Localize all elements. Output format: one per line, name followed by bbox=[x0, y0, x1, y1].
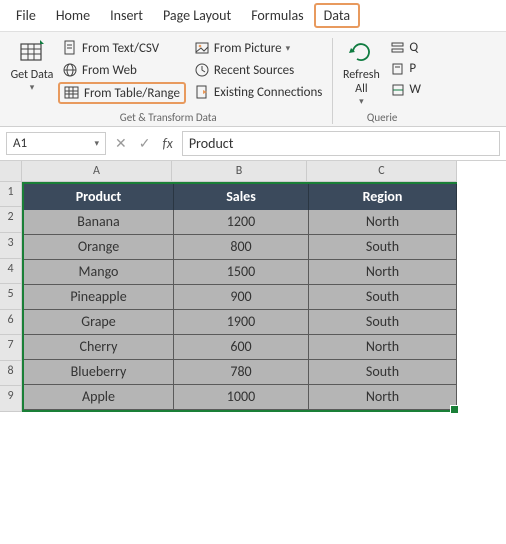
chevron-down-icon: ▾ bbox=[286, 43, 291, 54]
cell[interactable]: Orange bbox=[24, 235, 174, 260]
group-label-get-transform: Get & Transform Data bbox=[120, 111, 217, 124]
table-header-product[interactable]: Product bbox=[24, 184, 174, 210]
ribbon: Get Data ▾ From Text/CSV From Web From T… bbox=[0, 32, 506, 127]
cell[interactable]: 600 bbox=[174, 335, 309, 360]
chevron-down-icon: ▾ bbox=[94, 138, 99, 149]
properties-icon bbox=[391, 62, 405, 76]
menu-home[interactable]: Home bbox=[46, 3, 100, 28]
menu-data[interactable]: Data bbox=[314, 3, 360, 28]
select-all-corner[interactable] bbox=[0, 161, 22, 182]
queries-p-label: P bbox=[409, 61, 416, 76]
from-picture-label: From Picture bbox=[214, 41, 282, 56]
row-header-9[interactable]: 9 bbox=[0, 386, 22, 412]
selection-range: Product Sales Region Banana 1200 North O… bbox=[22, 182, 457, 412]
menu-page-layout[interactable]: Page Layout bbox=[153, 3, 241, 28]
from-picture-button[interactable]: From Picture ▾ bbox=[190, 38, 326, 58]
col-header-a[interactable]: A bbox=[22, 161, 172, 182]
from-table-range-label: From Table/Range bbox=[84, 86, 180, 101]
table-icon bbox=[64, 85, 80, 101]
name-box[interactable]: A1 ▾ bbox=[6, 132, 106, 155]
recent-sources-button[interactable]: Recent Sources bbox=[190, 60, 326, 80]
name-box-value: A1 bbox=[13, 136, 27, 151]
refresh-all-label: Refresh All bbox=[339, 69, 383, 97]
from-text-csv-label: From Text/CSV bbox=[82, 41, 159, 56]
row-header-2[interactable]: 2 bbox=[0, 207, 22, 233]
cell[interactable]: North bbox=[309, 335, 457, 360]
spreadsheet-grid: A B C 1 2 3 4 5 6 7 8 9 Product Sales Re… bbox=[0, 161, 506, 412]
row-header-7[interactable]: 7 bbox=[0, 335, 22, 361]
cell[interactable]: Cherry bbox=[24, 335, 174, 360]
recent-sources-label: Recent Sources bbox=[214, 63, 294, 78]
list-icon bbox=[391, 41, 405, 55]
col-header-b[interactable]: B bbox=[172, 161, 307, 182]
chevron-down-icon: ▾ bbox=[359, 97, 364, 107]
cell[interactable]: 900 bbox=[174, 285, 309, 310]
menu-formulas[interactable]: Formulas bbox=[241, 3, 313, 28]
cell[interactable]: North bbox=[309, 210, 457, 235]
queries-q-button[interactable]: Q bbox=[387, 38, 425, 57]
data-table: Product Sales Region Banana 1200 North O… bbox=[24, 184, 455, 410]
cell[interactable]: 780 bbox=[174, 360, 309, 385]
cell[interactable]: North bbox=[309, 385, 457, 410]
document-icon bbox=[62, 40, 78, 56]
menu-file[interactable]: File bbox=[6, 3, 46, 28]
cell[interactable]: North bbox=[309, 260, 457, 285]
confirm-icon[interactable]: ✓ bbox=[136, 135, 154, 152]
cell[interactable]: Blueberry bbox=[24, 360, 174, 385]
get-data-button[interactable]: Get Data ▾ bbox=[10, 38, 54, 93]
cancel-icon[interactable]: ✕ bbox=[112, 135, 130, 152]
clock-icon bbox=[194, 62, 210, 78]
chevron-down-icon: ▾ bbox=[30, 83, 35, 93]
menu-bar: File Home Insert Page Layout Formulas Da… bbox=[0, 0, 506, 32]
ribbon-group-queries: Refresh All ▾ Q P W Querie bbox=[333, 38, 431, 124]
cell[interactable]: Banana bbox=[24, 210, 174, 235]
menu-insert[interactable]: Insert bbox=[100, 3, 153, 28]
row-header-5[interactable]: 5 bbox=[0, 284, 22, 310]
cell[interactable]: South bbox=[309, 310, 457, 335]
queries-w-button[interactable]: W bbox=[387, 80, 425, 99]
cell[interactable]: South bbox=[309, 285, 457, 310]
cell[interactable]: South bbox=[309, 360, 457, 385]
globe-icon bbox=[62, 62, 78, 78]
fx-icon[interactable]: fx bbox=[159, 135, 175, 152]
cell[interactable]: 1900 bbox=[174, 310, 309, 335]
formula-input[interactable]: Product bbox=[182, 131, 500, 156]
queries-q-label: Q bbox=[409, 40, 418, 55]
cell[interactable]: 800 bbox=[174, 235, 309, 260]
picture-icon bbox=[194, 40, 210, 56]
row-header-6[interactable]: 6 bbox=[0, 310, 22, 336]
col-header-c[interactable]: C bbox=[307, 161, 457, 182]
row-header-3[interactable]: 3 bbox=[0, 233, 22, 259]
table-header-sales[interactable]: Sales bbox=[174, 184, 309, 210]
row-header-4[interactable]: 4 bbox=[0, 259, 22, 285]
queries-p-button[interactable]: P bbox=[387, 59, 425, 78]
table-header-region[interactable]: Region bbox=[309, 184, 457, 210]
from-web-button[interactable]: From Web bbox=[58, 60, 186, 80]
from-text-csv-button[interactable]: From Text/CSV bbox=[58, 38, 186, 58]
queries-w-label: W bbox=[409, 82, 421, 97]
existing-connections-button[interactable]: Existing Connections bbox=[190, 82, 326, 102]
group-label-queries: Querie bbox=[367, 111, 398, 124]
cell[interactable]: Pineapple bbox=[24, 285, 174, 310]
connection-icon bbox=[194, 84, 210, 100]
get-data-icon bbox=[18, 38, 46, 66]
ribbon-group-get-transform: Get Data ▾ From Text/CSV From Web From T… bbox=[4, 38, 333, 124]
existing-connections-label: Existing Connections bbox=[214, 85, 322, 100]
from-web-label: From Web bbox=[82, 63, 137, 78]
cell[interactable]: Grape bbox=[24, 310, 174, 335]
row-header-8[interactable]: 8 bbox=[0, 361, 22, 387]
refresh-all-button[interactable]: Refresh All ▾ bbox=[339, 38, 383, 107]
cell[interactable]: 1000 bbox=[174, 385, 309, 410]
cell[interactable]: Mango bbox=[24, 260, 174, 285]
cell[interactable]: 1200 bbox=[174, 210, 309, 235]
from-table-range-button[interactable]: From Table/Range bbox=[58, 82, 186, 104]
refresh-icon bbox=[347, 38, 375, 66]
workbook-icon bbox=[391, 83, 405, 97]
cell[interactable]: 1500 bbox=[174, 260, 309, 285]
formula-bar: A1 ▾ ✕ ✓ fx Product bbox=[0, 127, 506, 161]
get-data-label: Get Data bbox=[11, 69, 54, 83]
cell[interactable]: Apple bbox=[24, 385, 174, 410]
cell[interactable]: South bbox=[309, 235, 457, 260]
row-header-1[interactable]: 1 bbox=[0, 182, 22, 208]
